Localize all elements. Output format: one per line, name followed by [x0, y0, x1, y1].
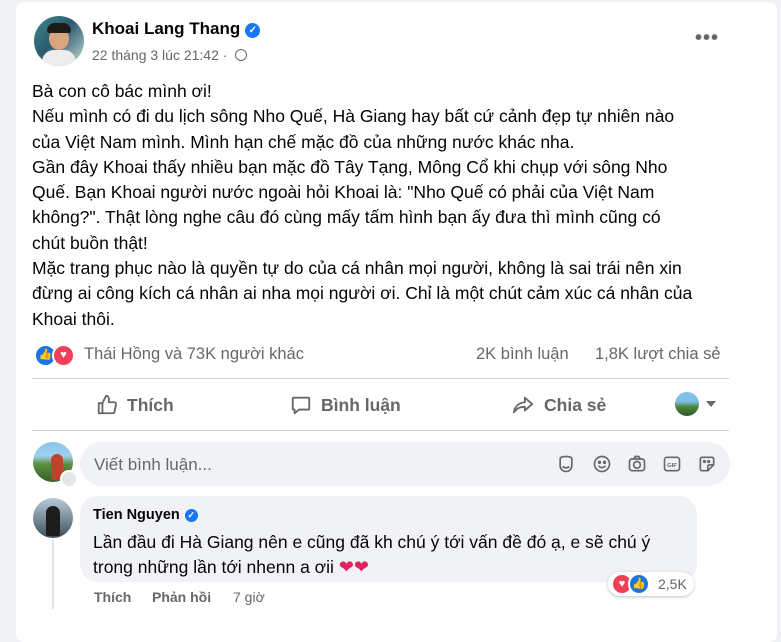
- share-button[interactable]: Chia sẻ: [511, 386, 606, 424]
- share-count[interactable]: 1,8K lượt chia sẻ: [595, 345, 721, 364]
- profile-avatar-small: [675, 392, 699, 416]
- gif-icon[interactable]: GIF: [662, 454, 682, 474]
- avatar-sticker-icon[interactable]: [556, 454, 576, 474]
- comment-line-2: trong những lần tới nhenn a ơii ❤❤: [93, 555, 650, 580]
- comment-like-button[interactable]: Thích: [94, 589, 131, 605]
- post-line: Quế. Bạn Khoai người nước ngoài hỏi Khoa…: [32, 182, 655, 203]
- post-line: của Việt Nam mình. Mình hạn chế mặc đồ c…: [32, 131, 575, 152]
- post-line: Khoai thôi.: [32, 308, 115, 329]
- comment-label: Bình luận: [321, 394, 401, 415]
- avatar-status-chevron-icon[interactable]: [60, 470, 78, 488]
- share-icon: [512, 396, 534, 414]
- author-name-row[interactable]: Khoai Lang Thang ✓: [92, 19, 261, 39]
- author-avatar[interactable]: [34, 16, 84, 66]
- like-reaction-icon: 👍: [628, 573, 650, 595]
- divider: [32, 378, 729, 379]
- comment-thread-line: [52, 539, 54, 609]
- reactors-text[interactable]: Thái Hồng và 73K người khác: [84, 345, 304, 364]
- camera-icon[interactable]: [627, 454, 647, 474]
- post-line: Mặc trang phục nào là quyền tự do của cá…: [32, 258, 682, 279]
- comment-reaction-count: 2,5K: [658, 576, 687, 592]
- post-meta: 22 tháng 3 lúc 21:42 ·: [92, 47, 248, 63]
- thumbs-up-icon: [97, 394, 117, 415]
- post-line: Nếu mình có đi du lịch sông Nho Quế, Hà …: [32, 106, 675, 127]
- comment-reactions[interactable]: ♥ 👍 2,5K: [608, 572, 694, 596]
- love-reaction-icon: ♥: [52, 344, 75, 367]
- comment-line-text: trong những lần tới nhenn a ơii: [93, 557, 334, 577]
- commenter-name[interactable]: Tien Nguyen: [93, 507, 180, 523]
- author-name[interactable]: Khoai Lang Thang: [92, 19, 240, 38]
- verified-badge-icon: ✓: [184, 509, 198, 522]
- comment-count[interactable]: 2K bình luận: [476, 345, 569, 364]
- like-button[interactable]: Thích: [96, 386, 174, 424]
- comment-bubble: Tien Nguyen ✓ Lần đầu đi Hà Giang nên e c…: [80, 496, 697, 582]
- sticker-icon[interactable]: [697, 454, 717, 474]
- comment-icon: [291, 396, 311, 415]
- comment-placeholder: Viết bình luận...: [94, 455, 212, 474]
- svg-text:GIF: GIF: [667, 463, 677, 469]
- globe-icon: [235, 49, 248, 61]
- comment-line: Lần đầu đi Hà Giang nên e cũng đã kh chú…: [93, 532, 651, 552]
- more-options-button[interactable]: •••: [690, 26, 724, 54]
- post-line: đừng ai công kích cá nhân ai nha mọi ngư…: [32, 283, 693, 304]
- comment-as-selector[interactable]: [675, 392, 719, 418]
- post-line: chút buồn thật!: [32, 232, 148, 253]
- share-label: Chia sẻ: [544, 394, 607, 415]
- post-text: Bà con cô bác mình ơi! Nếu mình có đi du…: [32, 79, 752, 332]
- emoji-icon[interactable]: [592, 454, 612, 474]
- post-line: không?". Thật lòng nghe câu đó cùng mấy …: [32, 207, 661, 228]
- verified-badge-icon: ✓: [245, 23, 261, 38]
- comment-button[interactable]: Bình luận: [290, 386, 401, 424]
- commenter-name-row[interactable]: Tien Nguyen ✓: [93, 507, 198, 523]
- divider: [32, 430, 729, 431]
- heart-emoji-icon: ❤❤: [338, 557, 369, 577]
- post-card: Khoai Lang Thang ✓ 22 tháng 3 lúc 21:42 ·…: [16, 2, 777, 642]
- post-line: Bà con cô bác mình ơi!: [32, 81, 212, 101]
- like-label: Thích: [127, 394, 174, 415]
- post-line: Gần đây Khoai thấy nhiều bạn mặc đồ Tây …: [32, 156, 668, 177]
- comment-text: Lần đầu đi Hà Giang nên e cũng đã kh chú…: [93, 530, 650, 580]
- comment-reply-button[interactable]: Phản hồi: [152, 589, 211, 605]
- comment-input[interactable]: Viết bình luận... GIF: [80, 442, 730, 486]
- chevron-down-icon: [706, 401, 716, 407]
- commenter-avatar[interactable]: [33, 498, 73, 538]
- comment-time[interactable]: 7 giờ: [233, 589, 265, 605]
- post-timestamp[interactable]: 22 tháng 3 lúc 21:42 ·: [92, 47, 227, 63]
